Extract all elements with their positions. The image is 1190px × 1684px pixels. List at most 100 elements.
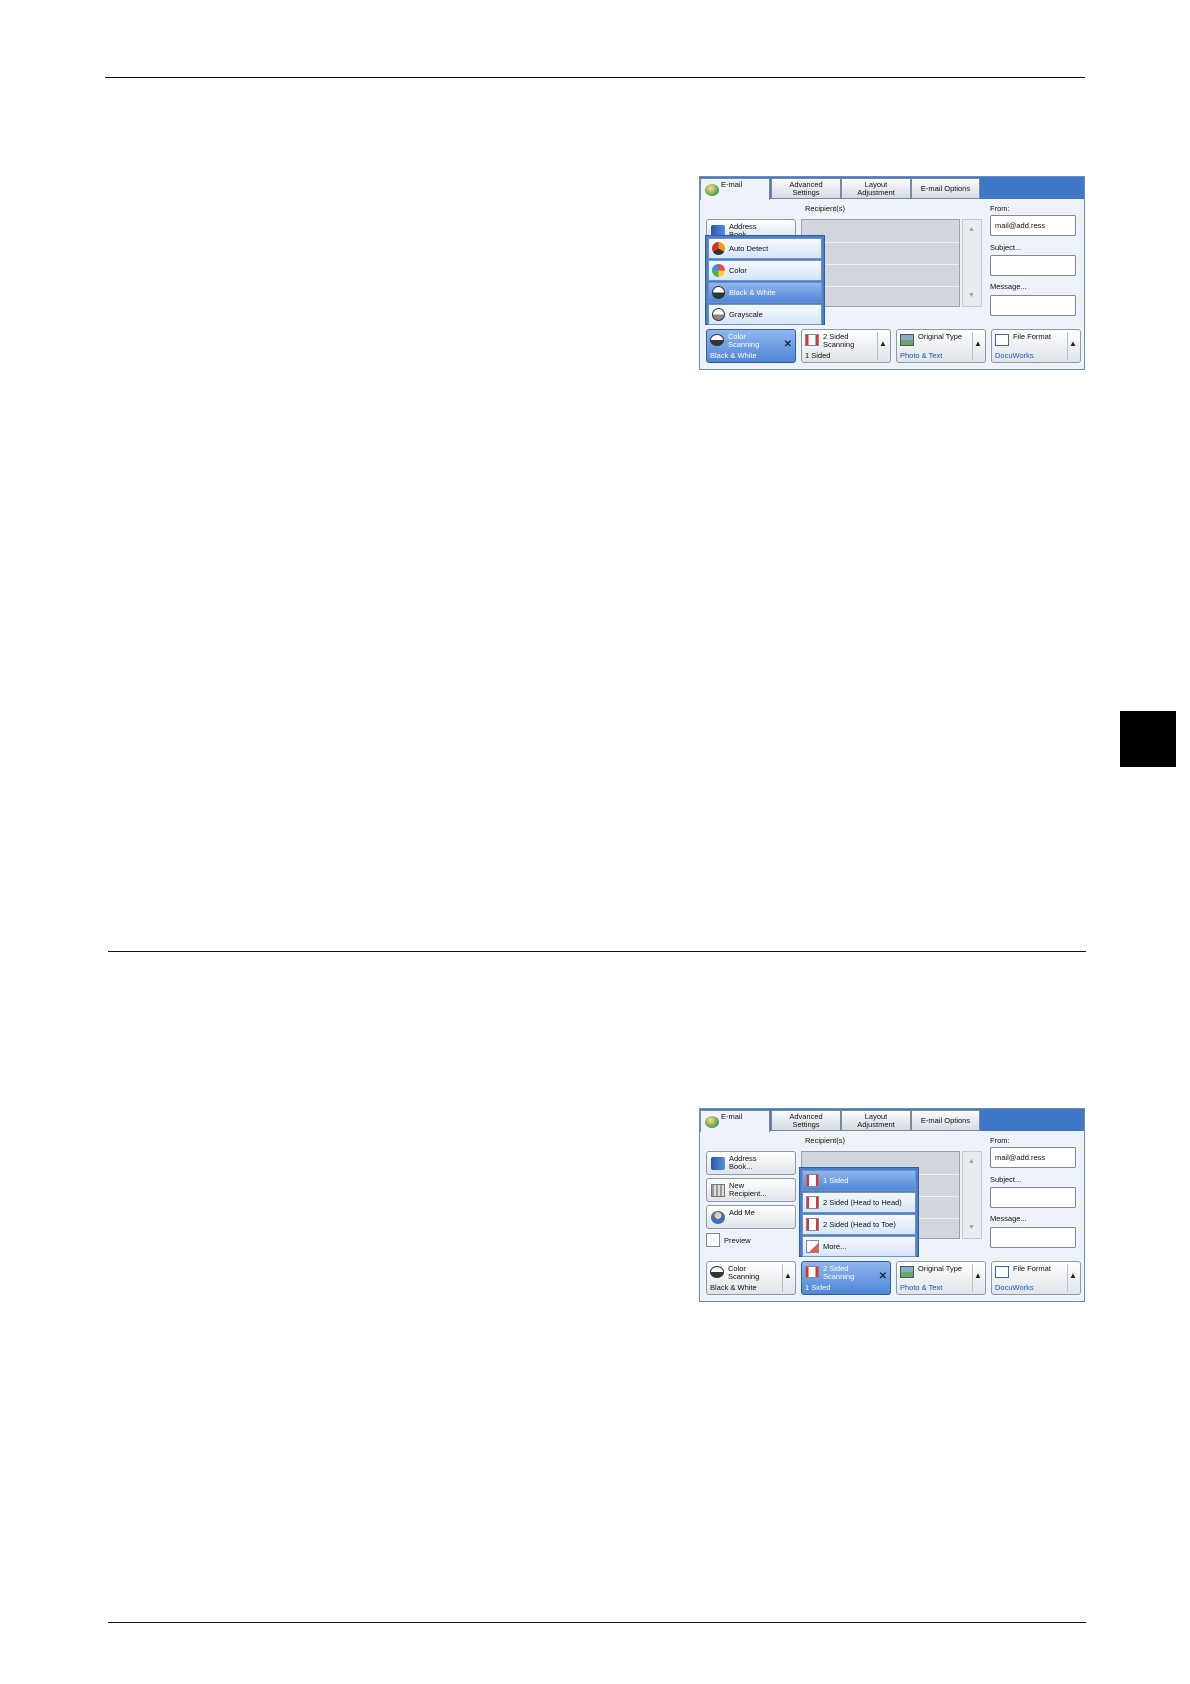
recipient-scrollbar[interactable]: ▲ ▼ (962, 219, 982, 307)
color-scanning-value: Black & White (710, 1283, 757, 1292)
tab-layout-label-2: Adjustment (857, 1119, 895, 1129)
file-format-label: File Format (1013, 332, 1051, 341)
chevron-up-icon[interactable]: ▲ (877, 332, 888, 360)
tab-advanced-label-2: Settings (792, 1119, 820, 1129)
recipients-label: Recipient(s) (805, 204, 846, 213)
email-screen-sided-menu: E-mail Advanced Settings Layout Adjustme… (699, 1108, 1085, 1302)
photo-icon (900, 334, 914, 346)
recipient-scrollbar[interactable]: ▲ ▼ (962, 1151, 982, 1239)
tab-email-label: E-mail (721, 180, 743, 189)
docuworks-icon (995, 334, 1009, 346)
scroll-down-icon[interactable]: ▼ (968, 1224, 975, 1231)
color-scanning-label-2: Scanning (728, 340, 760, 349)
head-to-head-icon (806, 1196, 819, 1209)
scroll-up-icon[interactable]: ▲ (968, 1158, 975, 1165)
message-field[interactable] (990, 295, 1076, 316)
address-book-button[interactable]: Address Book... (706, 1151, 796, 1175)
file-format-button[interactable]: File Format DocuWorks ▲ (991, 1261, 1081, 1295)
subject-label: Subject... (990, 1175, 1022, 1184)
menu-item-2-sided-head-to-toe[interactable]: 2 Sided (Head to Toe) (802, 1214, 916, 1235)
close-icon[interactable]: ✕ (879, 1272, 887, 1282)
sided-pages-icon (805, 1266, 819, 1278)
original-type-value: Photo & Text (900, 351, 943, 360)
menu-item-1-sided[interactable]: 1 Sided (802, 1170, 916, 1191)
top-rule (105, 77, 1085, 78)
from-label: From: (990, 204, 1010, 213)
subject-field[interactable] (990, 1187, 1076, 1208)
menu-item-grayscale[interactable]: Grayscale (708, 304, 822, 325)
original-type-label: Original Type (918, 332, 963, 341)
message-field[interactable] (990, 1227, 1076, 1248)
black-white-icon (712, 286, 725, 299)
from-field[interactable]: mail@add.ress (990, 215, 1076, 236)
menu-item-label: Auto Detect (729, 244, 769, 253)
two-sided-menu: 1 Sided 2 Sided (Head to Head) 2 Sided (… (799, 1167, 919, 1257)
original-type-button[interactable]: Original Type Photo & Text ▲ (896, 329, 986, 363)
keyboard-icon (711, 1184, 725, 1197)
menu-item-label: 2 Sided (Head to Toe) (823, 1220, 896, 1229)
color-scanning-button[interactable]: Color Scanning Black & White ▲ (706, 1261, 796, 1295)
menu-item-2-sided-head-to-head[interactable]: 2 Sided (Head to Head) (802, 1192, 916, 1213)
auto-detect-icon (712, 242, 725, 255)
two-sided-value: 1 Sided (805, 351, 831, 360)
email-icon (705, 1116, 719, 1128)
file-format-button[interactable]: File Format DocuWorks ▲ (991, 329, 1081, 363)
tab-email-label: E-mail (721, 1112, 743, 1121)
person-icon (711, 1211, 725, 1224)
recipient-row-divider (802, 286, 959, 287)
tab-email[interactable]: E-mail (700, 178, 770, 200)
from-label: From: (990, 1136, 1010, 1145)
menu-item-color[interactable]: Color (708, 260, 822, 281)
menu-item-auto-detect[interactable]: Auto Detect (708, 238, 822, 259)
color-scanning-button[interactable]: Color Scanning Black & White ✕ (706, 329, 796, 363)
scroll-down-icon[interactable]: ▼ (968, 292, 975, 299)
subject-field[interactable] (990, 255, 1076, 276)
add-me-label: Add Me (729, 1208, 755, 1217)
add-me-button[interactable]: Add Me (706, 1205, 796, 1229)
scroll-up-icon[interactable]: ▲ (968, 226, 975, 233)
grayscale-icon (712, 308, 725, 321)
tab-layout-adjustment[interactable]: Layout Adjustment (841, 1110, 911, 1131)
tab-advanced-settings[interactable]: Advanced Settings (771, 1110, 841, 1131)
chevron-up-icon[interactable]: ▲ (972, 1264, 983, 1292)
preview-label: Preview (724, 1236, 751, 1245)
tab-email-options[interactable]: E-mail Options (911, 1110, 980, 1131)
chevron-up-icon[interactable]: ▲ (1067, 332, 1078, 360)
message-label: Message... (990, 282, 1027, 291)
tab-email-options-label: E-mail Options (920, 1115, 971, 1125)
email-icon (705, 184, 719, 196)
menu-item-more[interactable]: More... (802, 1236, 916, 1257)
chevron-up-icon[interactable]: ▲ (782, 1264, 793, 1292)
chevron-up-icon[interactable]: ▲ (972, 332, 983, 360)
menu-item-label: 1 Sided (823, 1176, 849, 1185)
tab-email-options[interactable]: E-mail Options (911, 178, 980, 199)
menu-item-label: Color (729, 266, 747, 275)
black-white-icon (710, 1266, 724, 1278)
tab-layout-adjustment[interactable]: Layout Adjustment (841, 178, 911, 199)
recipients-label: Recipient(s) (805, 1136, 846, 1145)
color-icon (712, 264, 725, 277)
tab-email[interactable]: E-mail (700, 1110, 770, 1132)
original-type-button[interactable]: Original Type Photo & Text ▲ (896, 1261, 986, 1295)
from-field[interactable]: mail@add.ress (990, 1147, 1076, 1168)
email-screen-color-menu: E-mail Advanced Settings Layout Adjustme… (699, 176, 1085, 370)
menu-item-black-white[interactable]: Black & White (708, 282, 822, 303)
color-scanning-value: Black & White (710, 351, 757, 360)
two-sided-scanning-button[interactable]: 2 Sided Scanning 1 Sided ▲ (801, 329, 891, 363)
sided-pages-icon (805, 334, 819, 346)
tab-advanced-settings[interactable]: Advanced Settings (771, 178, 841, 199)
address-book-label-2: Book... (729, 1162, 753, 1171)
docuworks-icon (995, 1266, 1009, 1278)
preview-checkbox[interactable] (706, 1233, 720, 1247)
tab-email-options-label: E-mail Options (920, 183, 971, 193)
one-sided-icon (806, 1174, 819, 1187)
new-recipient-label-2: Recipient... (729, 1189, 767, 1198)
address-book-icon (711, 1157, 725, 1170)
two-sided-scanning-button[interactable]: 2 Sided Scanning 1 Sided ✕ (801, 1261, 891, 1295)
new-recipient-button[interactable]: New Recipient... (706, 1178, 796, 1202)
chevron-up-icon[interactable]: ▲ (1067, 1264, 1078, 1292)
file-format-value: DocuWorks (995, 1283, 1034, 1292)
photo-icon (900, 1266, 914, 1278)
close-icon[interactable]: ✕ (784, 340, 792, 350)
chapter-tab (1120, 711, 1176, 767)
